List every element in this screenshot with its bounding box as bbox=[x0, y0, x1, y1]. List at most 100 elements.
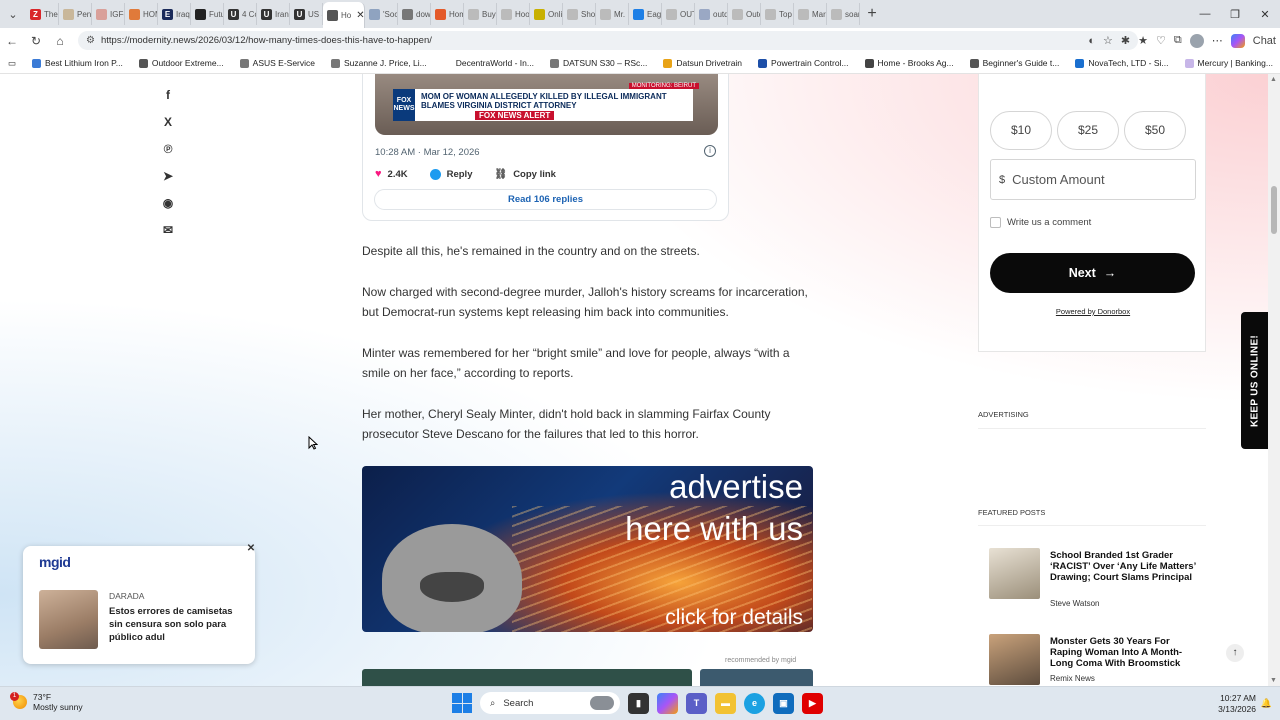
write-comment-checkbox[interactable]: Write us a comment bbox=[990, 217, 1091, 228]
tab-15[interactable]: Onlin bbox=[530, 3, 563, 25]
bookmark-item[interactable]: Home - Brooks Ag... bbox=[857, 58, 962, 68]
page-scrollbar[interactable]: ▲ ▼ bbox=[1268, 74, 1280, 686]
read-replies-button[interactable]: Read 106 replies bbox=[374, 189, 717, 210]
bookmark-item[interactable]: Datsun Drivetrain bbox=[655, 58, 750, 68]
edge-icon[interactable]: e bbox=[744, 692, 765, 714]
tab-21[interactable]: Outd bbox=[728, 3, 761, 25]
tab-3[interactable]: HOM bbox=[125, 3, 158, 25]
close-icon[interactable]: ✕ bbox=[245, 543, 257, 555]
favorites-icon[interactable]: ★ bbox=[1138, 34, 1148, 47]
tab-16[interactable]: Shop bbox=[563, 3, 596, 25]
bookmark-item[interactable]: DecentraWorld - In... bbox=[435, 58, 542, 68]
featured-title[interactable]: School Branded 1st Grader ‘RACIST’ Over … bbox=[1050, 550, 1200, 583]
more-menu-icon[interactable]: ⋯ bbox=[1212, 34, 1223, 47]
back-icon[interactable]: ← bbox=[0, 34, 24, 48]
featured-title[interactable]: Monster Gets 30 Years For Raping Woman I… bbox=[1050, 636, 1200, 669]
tab-5[interactable]: Future bbox=[191, 3, 224, 25]
recommended-thumbnail[interactable] bbox=[700, 669, 813, 686]
youtube-icon[interactable]: ▶ bbox=[802, 692, 823, 714]
home-icon[interactable]: ⌂ bbox=[48, 34, 72, 48]
featured-thumbnail[interactable] bbox=[989, 548, 1040, 599]
tab-actions-chevron-icon[interactable]: ⌄ bbox=[0, 0, 26, 28]
reddit-icon[interactable]: ◉ bbox=[160, 196, 176, 210]
weather-widget[interactable]: 73°F Mostly sunny bbox=[10, 692, 83, 712]
scroll-up-icon[interactable]: ▲ bbox=[1270, 76, 1277, 83]
copy-link-button[interactable]: ⛓ Copy link bbox=[494, 169, 555, 180]
powered-by-link[interactable]: Powered by Donorbox bbox=[979, 307, 1207, 316]
tab-11[interactable]: dow jo bbox=[398, 3, 431, 25]
bookmarks-folder-icon[interactable]: ▭ bbox=[0, 58, 24, 69]
scrollbar-thumb[interactable] bbox=[1271, 186, 1277, 234]
tab-2[interactable]: IGF-1 bbox=[92, 3, 125, 25]
tab-20[interactable]: outd bbox=[695, 3, 728, 25]
tab-12[interactable]: Home bbox=[431, 3, 464, 25]
notification-bell-icon[interactable]: 🔔 bbox=[1261, 698, 1272, 709]
tab-19[interactable]: OUTC bbox=[662, 3, 695, 25]
refresh-icon[interactable]: ↻ bbox=[24, 34, 48, 48]
featured-author[interactable]: Remix News bbox=[1050, 674, 1095, 683]
teams-icon[interactable]: T bbox=[686, 692, 707, 714]
copilot-icon[interactable] bbox=[1230, 33, 1245, 48]
scroll-to-top-icon[interactable]: ↑ bbox=[1226, 644, 1244, 662]
site-info-icon[interactable]: ⚙ bbox=[86, 35, 95, 46]
restore-icon[interactable]: ❐ bbox=[1220, 8, 1250, 21]
close-tab-icon[interactable]: ✕ bbox=[356, 10, 364, 21]
profile-avatar[interactable] bbox=[1189, 33, 1204, 48]
tab-23[interactable]: Mark bbox=[794, 3, 827, 25]
reply-button[interactable]: Reply bbox=[429, 168, 472, 180]
featured-thumbnail[interactable] bbox=[989, 634, 1040, 685]
keep-us-online-tab[interactable]: KEEP US ONLINE! bbox=[1241, 312, 1268, 449]
tweet-image[interactable]: FOX NEWS MOM OF WOMAN ALLEGEDLY KILLED B… bbox=[375, 74, 718, 135]
tab-22[interactable]: Top 1 bbox=[761, 3, 794, 25]
chat-label[interactable]: Chat bbox=[1253, 35, 1276, 47]
bookmark-item[interactable]: Outdoor Extreme... bbox=[131, 58, 232, 68]
task-view-icon[interactable]: ▮ bbox=[628, 692, 649, 714]
new-tab-button[interactable]: + bbox=[860, 5, 884, 23]
recommended-by-mgid[interactable]: recommended by mgid bbox=[725, 657, 796, 664]
bookmark-item[interactable]: Mercury | Banking... bbox=[1177, 58, 1280, 68]
windows-start-icon[interactable] bbox=[452, 693, 472, 713]
tweet-timestamp[interactable]: 10:28 AM · Mar 12, 2026 bbox=[375, 147, 480, 158]
tab-0[interactable]: ZTheOr bbox=[26, 3, 59, 25]
tab-13[interactable]: Buy S bbox=[464, 3, 497, 25]
amount-25-button[interactable]: $25 bbox=[1057, 111, 1119, 150]
store-icon[interactable]: ▣ bbox=[773, 692, 794, 714]
mgid-logo[interactable]: mgid bbox=[39, 554, 71, 570]
checkbox-box[interactable] bbox=[990, 217, 1001, 228]
bookmark-item[interactable]: Suzanne J. Price, Li... bbox=[323, 58, 435, 68]
amount-10-button[interactable]: $10 bbox=[990, 111, 1052, 150]
tab-18[interactable]: Eagle bbox=[629, 3, 662, 25]
tab-10[interactable]: 'Socie bbox=[365, 3, 398, 25]
minimize-icon[interactable]: — bbox=[1190, 8, 1220, 20]
amount-50-button[interactable]: $50 bbox=[1124, 111, 1186, 150]
tab-4[interactable]: EIraq e bbox=[158, 3, 191, 25]
popup-title[interactable]: Estos errores de camisetas sin censura s… bbox=[109, 605, 245, 644]
bookmark-item[interactable]: DATSUN S30 – RSc... bbox=[542, 58, 655, 68]
tab-24[interactable]: soam bbox=[827, 3, 860, 25]
featured-author[interactable]: Steve Watson bbox=[1050, 599, 1100, 608]
copilot-app-icon[interactable] bbox=[657, 692, 678, 714]
collections-icon[interactable]: ⧉ bbox=[1174, 34, 1182, 47]
bookmark-item[interactable]: Beginner's Guide t... bbox=[962, 58, 1068, 68]
tab-14[interactable]: Hooti bbox=[497, 3, 530, 25]
next-button[interactable]: Next → bbox=[990, 253, 1195, 293]
taskbar-search[interactable]: ⌕ Search bbox=[480, 692, 620, 714]
extensions-icon[interactable]: ✱ bbox=[1121, 34, 1130, 47]
pinterest-icon[interactable]: ℗ bbox=[160, 142, 176, 156]
performance-icon[interactable]: ♡ bbox=[1156, 34, 1166, 47]
bookmark-item[interactable]: ASUS E-Service bbox=[232, 58, 323, 68]
like-button[interactable]: ♥ 2.4K bbox=[375, 168, 408, 180]
telegram-icon[interactable]: ➤ bbox=[160, 169, 176, 183]
reader-icon[interactable]: ◐ bbox=[1088, 35, 1095, 47]
popup-thumbnail[interactable] bbox=[39, 590, 98, 649]
bookmark-item[interactable]: NovaTech, LTD - Si... bbox=[1067, 58, 1176, 68]
bookmark-item[interactable]: Best Lithium Iron P... bbox=[24, 58, 131, 68]
facebook-icon[interactable]: f bbox=[160, 88, 176, 102]
recommended-thumbnail[interactable] bbox=[362, 669, 692, 686]
x-icon[interactable]: X bbox=[160, 115, 176, 129]
mail-icon[interactable]: ✉ bbox=[160, 223, 176, 237]
tab-6[interactable]: U4 Con bbox=[224, 3, 257, 25]
tab-8[interactable]: UUS Se bbox=[290, 3, 323, 25]
scroll-down-icon[interactable]: ▼ bbox=[1270, 677, 1277, 684]
tab-7[interactable]: UIran's bbox=[257, 3, 290, 25]
